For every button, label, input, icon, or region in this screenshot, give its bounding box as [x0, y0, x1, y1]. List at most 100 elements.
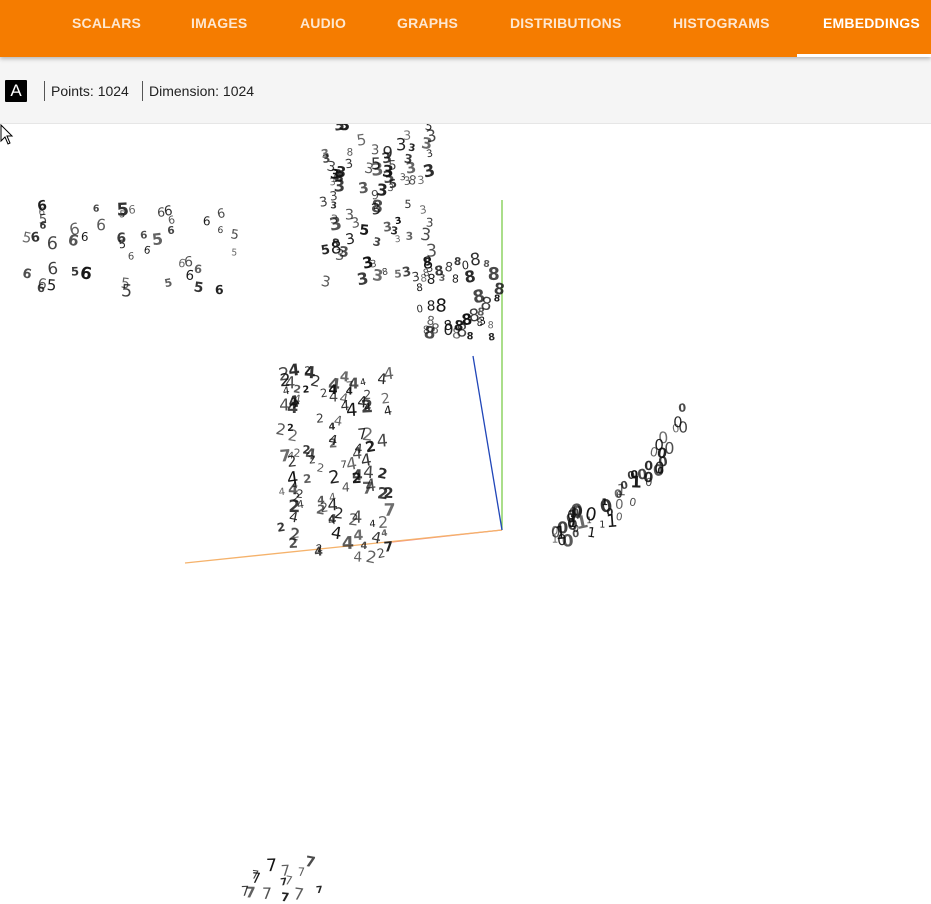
tab-scalars[interactable]: SCALARS	[72, 0, 141, 57]
point-sixes: 5	[46, 276, 57, 295]
point-eights: 8	[435, 295, 447, 316]
dimension-count: Dimension: 1024	[142, 81, 254, 101]
point-sixes: 6	[93, 204, 100, 215]
point-zeros-ones: 0	[678, 402, 687, 415]
point-eights: 3	[438, 273, 446, 284]
projection-info-bar: A Points: 1024 Dimension: 1024	[0, 57, 931, 124]
point-sixes: 5	[116, 199, 129, 221]
point-eights: 8	[461, 310, 473, 329]
point-fours-twos: 2	[302, 472, 312, 487]
point-fours-twos: 4	[353, 528, 364, 544]
point-threes: 3	[371, 160, 385, 181]
point-fours-twos: 2	[288, 535, 299, 552]
point-fours-twos: 2	[364, 438, 377, 457]
point-eights: 8	[427, 298, 436, 314]
point-fours-twos: 4	[287, 360, 300, 380]
point-threes: 3	[371, 266, 384, 285]
point-zeros-ones: 0	[567, 516, 578, 534]
point-eights: 0	[461, 258, 470, 273]
point-zeros-ones: 1	[586, 525, 597, 542]
label-toggle-button[interactable]: A	[5, 80, 27, 102]
point-zeros-ones: 1	[599, 520, 605, 531]
point-sixes: 6	[38, 220, 47, 232]
point-zeros-ones: 0	[645, 476, 654, 490]
point-sixes: 5	[71, 264, 80, 278]
point-eights: 8	[416, 282, 424, 295]
points-count: Points: 1024	[44, 81, 129, 101]
point-fours-twos: 4	[304, 445, 316, 464]
point-eights: 8	[487, 320, 494, 331]
point-fours-twos: 4	[333, 414, 344, 430]
point-threes: 5	[404, 198, 411, 211]
point-fours-twos: 7	[340, 460, 347, 471]
tab-audio[interactable]: AUDIO	[300, 0, 346, 57]
tab-images[interactable]: IMAGES	[191, 0, 247, 57]
point-zeros-ones: 0	[654, 436, 664, 454]
point-eights: 8	[443, 318, 453, 335]
point-eights: 8	[429, 321, 440, 338]
point-threes: 3	[372, 234, 383, 249]
point-fours-twos: 2	[327, 467, 341, 488]
point-sixes: 6	[21, 266, 33, 282]
point-eights: 8	[493, 293, 501, 305]
point-sixes: 6	[30, 230, 41, 246]
projection-scene[interactable]: 6666666655556 6655656 66666665 5 5566655656 6…	[0, 124, 931, 904]
point-sixes: 6	[81, 230, 89, 244]
point-sixes: 6	[116, 231, 126, 247]
point-sixes: 5	[231, 247, 238, 258]
point-eights: 8	[452, 272, 460, 285]
point-threes: 5	[388, 158, 397, 173]
tab-distributions[interactable]: DISTRIBUTIONS	[510, 0, 622, 57]
point-fours-twos: 2	[351, 471, 362, 487]
embedding-projector-canvas[interactable]: 6666666655556665565666666665555666556566…	[0, 124, 931, 904]
point-fours-twos: 4	[376, 431, 389, 452]
point-threes: 3	[344, 156, 354, 171]
point-sixes: 6	[157, 205, 166, 220]
point-fours-twos: 4	[359, 377, 367, 389]
point-threes: 3	[408, 143, 416, 155]
point-eights: 8	[488, 265, 500, 285]
point-threes: 3	[421, 160, 437, 182]
point-threes: 3	[419, 203, 428, 217]
tab-graphs[interactable]: GRAPHS	[397, 0, 458, 57]
point-fours-twos: 4	[349, 375, 360, 393]
point-fours-twos: 4	[342, 534, 355, 554]
point-sixes: 6	[79, 262, 93, 284]
point-fours-twos: 4	[279, 395, 290, 414]
point-zeros-ones: 0	[630, 468, 638, 481]
point-sixes: 6	[167, 213, 176, 227]
point-fours-twos: 2	[287, 426, 300, 445]
point-sixes: 5	[193, 279, 205, 296]
point-sevens: 7	[292, 884, 305, 904]
tab-embeddings[interactable]: EMBEDDINGS	[823, 0, 920, 57]
point-fours-twos: 4	[317, 494, 325, 507]
point-threes: 3	[321, 151, 331, 166]
point-fours-twos: 4	[354, 440, 363, 456]
point-sevens: 7	[304, 854, 317, 872]
point-sixes: 6	[128, 202, 136, 216]
point-sevens: 7	[262, 884, 272, 903]
point-sevens: 7	[297, 865, 305, 879]
point-fours-twos: 4	[340, 398, 350, 415]
point-fours-twos: 4	[296, 498, 305, 512]
point-sixes: 6	[194, 262, 203, 277]
point-eights: 8	[488, 332, 496, 344]
tab-histograms[interactable]: HISTOGRAMS	[673, 0, 770, 57]
point-sevens: 7	[266, 856, 278, 876]
point-fours-twos: 4	[342, 479, 350, 494]
point-fours-twos: 4	[328, 491, 337, 505]
point-fours-twos: 2	[304, 365, 311, 377]
point-zeros-ones: 1	[601, 497, 608, 508]
point-threes: 3	[328, 213, 344, 236]
point-sixes: 6	[216, 205, 227, 221]
point-sixes: 6	[128, 252, 134, 263]
point-sixes: 6	[46, 234, 58, 254]
point-fours-twos: 4	[327, 375, 341, 396]
point-sixes: 6	[143, 244, 152, 257]
point-threes: 3	[406, 230, 414, 243]
point-sixes: 6	[140, 229, 148, 241]
point-threes: 3	[395, 134, 406, 154]
point-threes: 5	[394, 267, 402, 280]
point-threes: 3	[350, 215, 362, 232]
point-zeros-ones: 0	[628, 495, 637, 509]
